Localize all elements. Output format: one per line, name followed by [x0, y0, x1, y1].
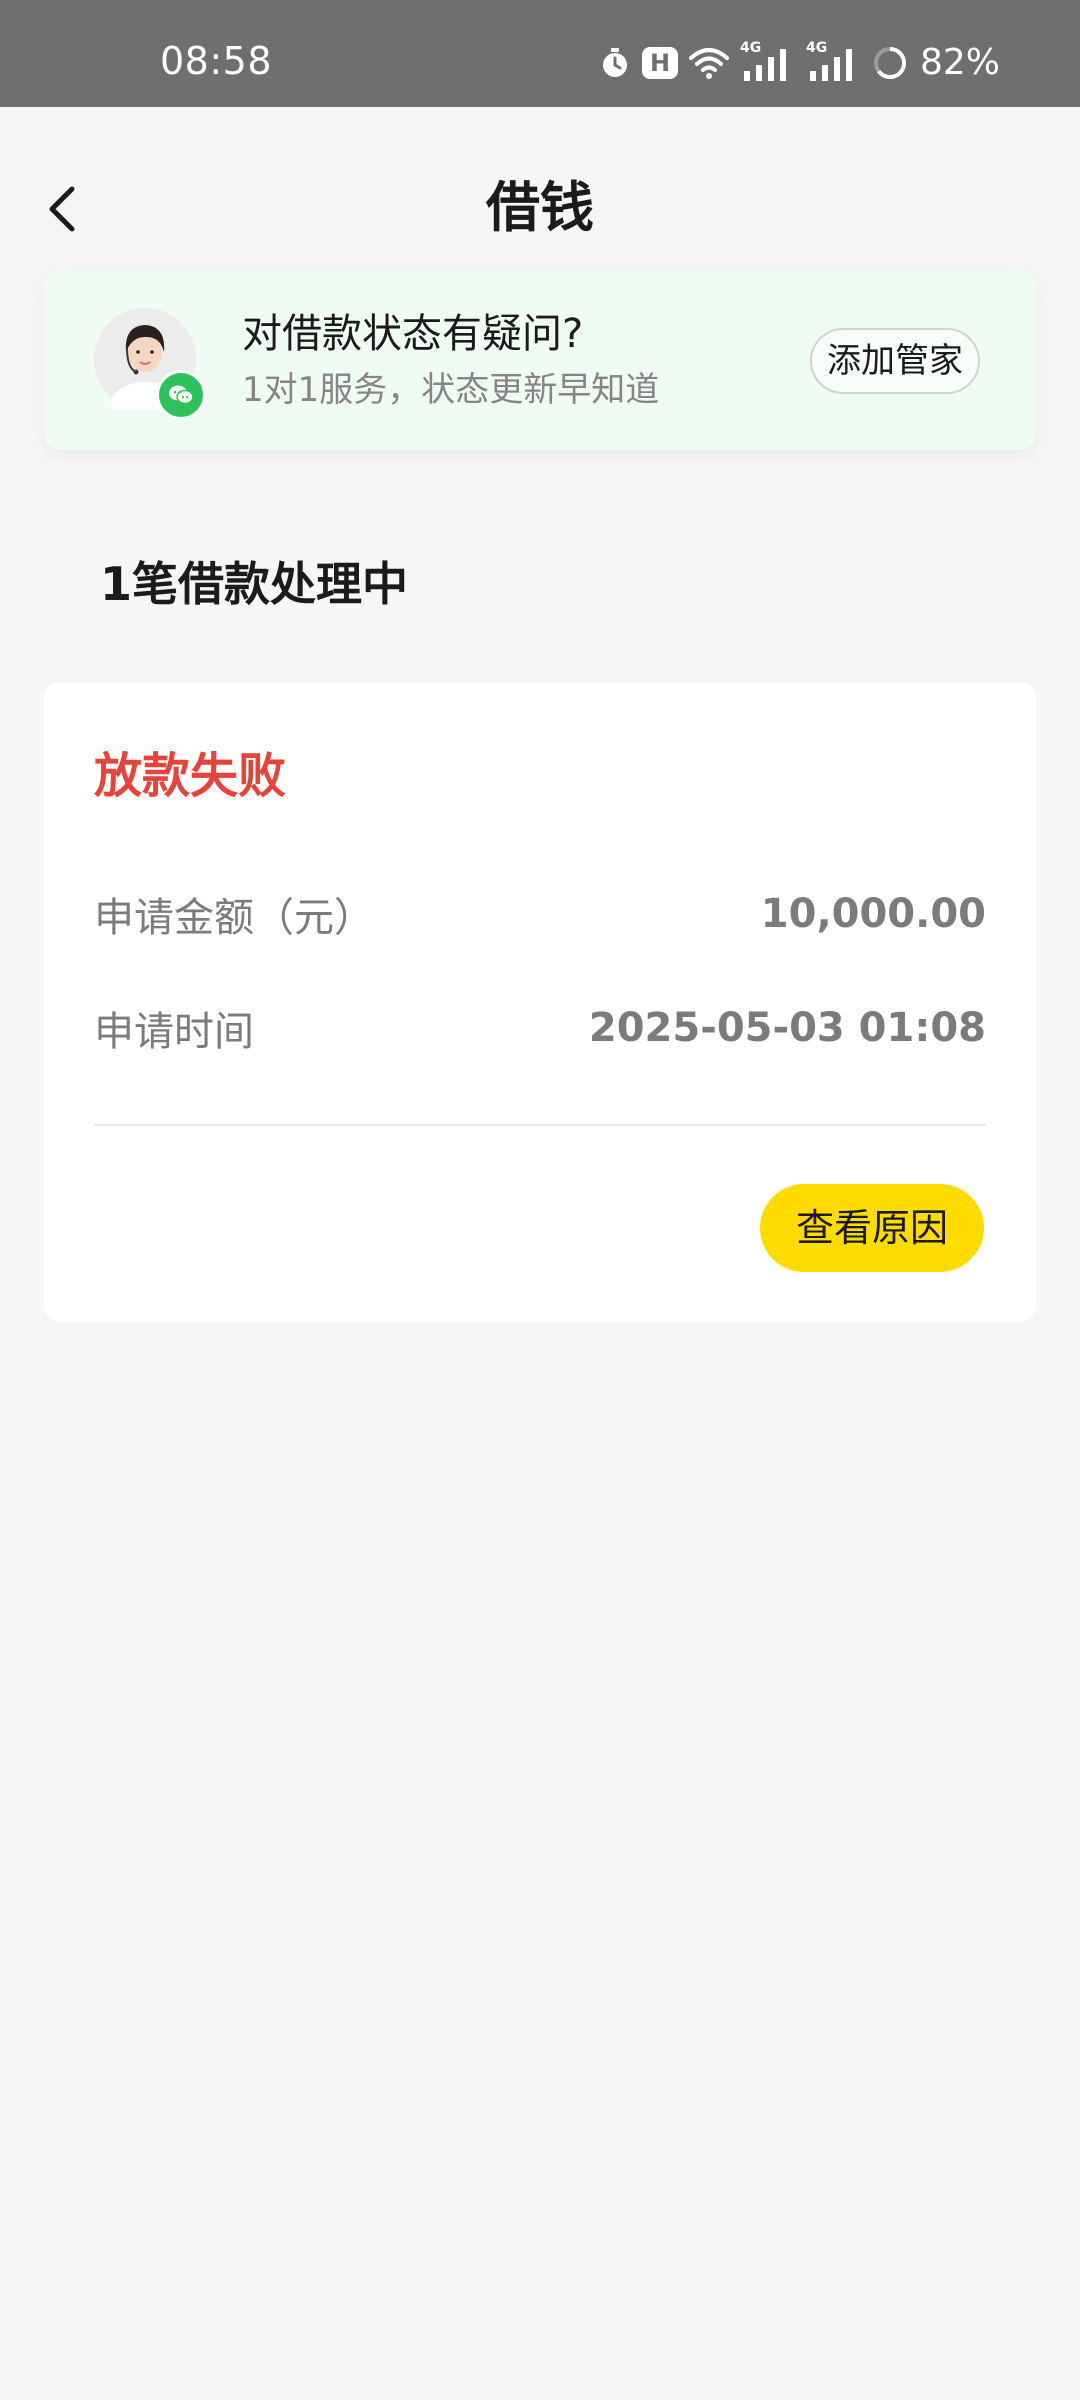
status-icons: H 4G 4G 82%	[598, 40, 1000, 86]
add-manager-button[interactable]: 添加管家	[810, 328, 980, 394]
status-bar: 08:58 H 4G 4G 82%	[0, 0, 1080, 107]
battery-ring-icon	[872, 45, 908, 81]
customer-service-avatar	[94, 308, 206, 426]
signal-label: 4G	[805, 40, 828, 56]
alarm-icon	[598, 46, 632, 80]
signal-label: 4G	[739, 40, 762, 56]
status-time: 08:58	[160, 39, 273, 83]
service-banner[interactable]: 对借款状态有疑问? 1对1服务，状态更新早知道 添加管家	[44, 270, 1036, 450]
banner-subtitle: 1对1服务，状态更新早知道	[242, 370, 660, 410]
battery-level: 82%	[919, 42, 1000, 83]
amount-label: 申请金额（元）	[94, 895, 374, 941]
wifi-icon	[688, 46, 730, 80]
divider	[94, 1124, 986, 1126]
loan-status: 放款失败	[94, 748, 287, 804]
amount-value: 10,000.00	[760, 891, 986, 937]
wechat-icon	[156, 370, 206, 420]
banner-title: 对借款状态有疑问?	[242, 311, 584, 357]
time-row: 申请时间 2025-05-03 01:08	[94, 998, 986, 1058]
nav-bar: 借钱	[0, 107, 1080, 297]
loan-card: 放款失败 申请金额（元） 10,000.00 申请时间 2025-05-03 0…	[44, 682, 1036, 1322]
time-value: 2025-05-03 01:08	[588, 1005, 986, 1051]
section-heading: 1笔借款处理中	[100, 557, 409, 611]
signal-4g-icon: 4G	[739, 40, 796, 83]
hd-icon: H	[641, 47, 678, 79]
signal-4g-icon: 4G	[805, 40, 862, 83]
view-reason-button[interactable]: 查看原因	[760, 1184, 984, 1272]
page-title: 借钱	[486, 176, 594, 239]
amount-row: 申请金额（元） 10,000.00	[94, 884, 986, 944]
time-label: 申请时间	[94, 1009, 254, 1055]
